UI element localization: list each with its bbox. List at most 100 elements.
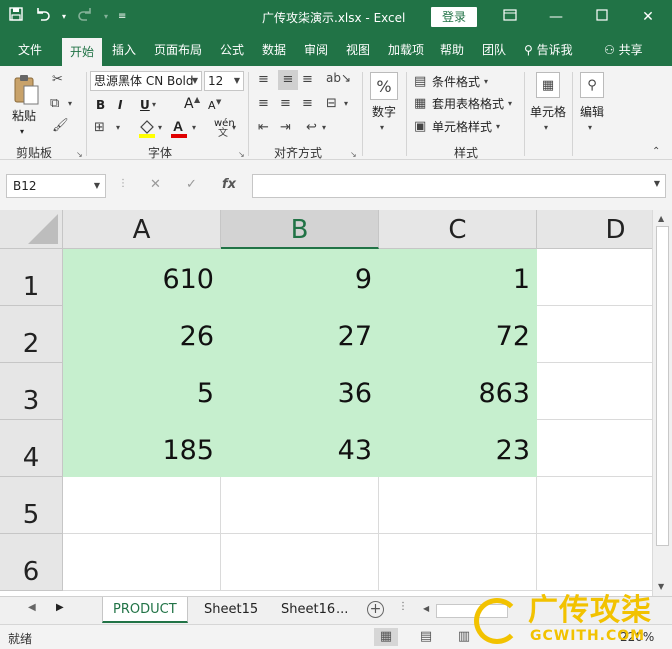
format-as-table-dropdown-icon[interactable]: ▾	[508, 96, 512, 112]
maximize-icon[interactable]	[590, 7, 614, 27]
italic-button[interactable]: I	[118, 97, 122, 113]
expand-formula-icon[interactable]: ▼	[654, 179, 660, 188]
paste-dropdown-icon[interactable]: ▾	[20, 124, 24, 140]
enter-icon[interactable]: ✓	[186, 177, 197, 192]
tell-me-search[interactable]: ⚲ 告诉我	[524, 41, 573, 59]
close-icon[interactable]: ✕	[636, 7, 660, 27]
column-header-a[interactable]: A	[63, 210, 221, 249]
number-dropdown-icon[interactable]: ▾	[380, 120, 384, 136]
row-header[interactable]: 5	[0, 477, 63, 534]
cell-a6[interactable]	[63, 534, 221, 591]
sheet-next-icon[interactable]: ▶	[56, 602, 64, 613]
cell-b2[interactable]: 27	[221, 306, 379, 363]
cells-icon[interactable]: ▦	[536, 72, 560, 98]
font-grow-button[interactable]: A	[184, 96, 194, 112]
borders-dropdown-icon[interactable]: ▾	[116, 120, 120, 136]
cell-d6[interactable]	[537, 534, 652, 591]
tab-formulas[interactable]: 公式	[220, 41, 244, 59]
cell-b1[interactable]: 9	[221, 249, 379, 306]
font-color-icon[interactable]: A	[170, 118, 188, 143]
row-header[interactable]: 1	[0, 249, 63, 306]
orientation-icon[interactable]: ab↘	[326, 70, 351, 86]
share-button[interactable]: ⚇ 共享	[604, 41, 643, 59]
horizontal-scrollbar[interactable]: ◀	[420, 603, 672, 619]
align-bottom-icon[interactable]: ≡	[302, 72, 313, 88]
cell-d3[interactable]	[537, 363, 652, 420]
undo-dropdown-icon[interactable]: ▾	[62, 7, 66, 27]
row-header[interactable]: 6	[0, 534, 63, 591]
login-button[interactable]: 登录	[431, 7, 477, 27]
cells-button[interactable]: 单元格	[530, 104, 566, 120]
font-shrink-button[interactable]: A	[208, 98, 216, 114]
merge-center-icon[interactable]: ⊟	[326, 96, 337, 112]
tab-insert[interactable]: 插入	[112, 41, 136, 59]
select-all-button[interactable]	[0, 210, 63, 249]
tab-home[interactable]: 开始	[62, 38, 103, 66]
cell-a2[interactable]: 26	[63, 306, 221, 363]
underline-button[interactable]: U	[140, 97, 150, 113]
tab-team[interactable]: 团队	[482, 41, 506, 59]
ribbon-display-icon[interactable]	[498, 7, 522, 27]
number-format-button[interactable]: 数字	[372, 104, 396, 120]
undo-icon[interactable]	[34, 6, 52, 28]
zoom-level[interactable]: 220%	[620, 630, 654, 644]
name-box[interactable]: B12 ▼	[6, 174, 106, 198]
borders-icon[interactable]: ⊞	[94, 120, 105, 136]
row-header[interactable]: 2	[0, 306, 63, 363]
copy-dropdown-icon[interactable]: ▾	[68, 96, 72, 112]
tab-page-layout[interactable]: 页面布局	[154, 41, 202, 59]
redo-icon[interactable]	[76, 6, 94, 28]
tab-splitter-handle[interactable]: ⋮	[398, 601, 408, 612]
column-header-b[interactable]: B	[221, 210, 379, 249]
cell-b4[interactable]: 43	[221, 420, 379, 477]
cells-dropdown-icon[interactable]: ▾	[544, 120, 548, 136]
tab-addins[interactable]: 加载项	[388, 41, 424, 59]
copy-icon[interactable]: ⧉	[50, 96, 59, 112]
cell-b3[interactable]: 36	[221, 363, 379, 420]
bold-button[interactable]: B	[96, 97, 105, 113]
tab-view[interactable]: 视图	[346, 41, 370, 59]
align-top-icon[interactable]: ≡	[258, 72, 269, 88]
editing-button[interactable]: 编辑	[580, 104, 604, 120]
format-as-table-button[interactable]: 套用表格格式	[432, 96, 504, 112]
row-header[interactable]: 4	[0, 420, 63, 477]
cell-c2[interactable]: 72	[379, 306, 537, 363]
cell-c4[interactable]: 23	[379, 420, 537, 477]
fill-color-dropdown-icon[interactable]: ▾	[158, 120, 162, 136]
save-icon[interactable]	[8, 6, 24, 28]
add-sheet-icon[interactable]: +	[367, 601, 384, 618]
cell-d2[interactable]	[537, 306, 652, 363]
cell-a4[interactable]: 185	[63, 420, 221, 477]
increase-indent-icon[interactable]: ⇥	[280, 120, 291, 136]
page-layout-view-icon[interactable]: ▤	[414, 628, 438, 646]
scroll-up-icon[interactable]: ▲	[658, 214, 664, 223]
font-launcher-icon[interactable]: ↘	[238, 150, 245, 159]
editing-dropdown-icon[interactable]: ▾	[588, 120, 592, 136]
tab-review[interactable]: 审阅	[304, 41, 328, 59]
cell-d4[interactable]	[537, 420, 652, 477]
font-color-dropdown-icon[interactable]: ▾	[192, 120, 196, 136]
cell-c6[interactable]	[379, 534, 537, 591]
phonetic-dropdown-icon[interactable]: ▾	[232, 120, 236, 136]
cancel-icon[interactable]: ✕	[150, 177, 161, 192]
tab-file[interactable]: 文件	[18, 41, 42, 59]
clipboard-launcher-icon[interactable]: ↘	[76, 150, 83, 159]
page-break-view-icon[interactable]: ▥	[452, 628, 476, 646]
alignment-launcher-icon[interactable]: ↘	[350, 150, 357, 159]
minimize-icon[interactable]: —	[544, 7, 568, 27]
paste-label[interactable]: 粘贴	[12, 108, 36, 124]
cell-b6[interactable]	[221, 534, 379, 591]
cell-styles-button[interactable]: 单元格样式	[432, 119, 492, 135]
underline-dropdown-icon[interactable]: ▾	[152, 97, 156, 113]
collapse-ribbon-icon[interactable]: ⌃	[652, 144, 660, 160]
merge-dropdown-icon[interactable]: ▾	[344, 96, 348, 112]
percent-icon[interactable]: %	[370, 72, 398, 100]
cell-c5[interactable]	[379, 477, 537, 534]
redo-dropdown-icon[interactable]: ▾	[104, 7, 108, 27]
cell-d1[interactable]	[537, 249, 652, 306]
conditional-format-dropdown-icon[interactable]: ▾	[484, 74, 488, 90]
worksheet-grid[interactable]: A B C D 1 2 3 4 5 6 610 9 1 26 27 72 5 3…	[0, 210, 652, 596]
insert-function-button[interactable]: fx	[222, 177, 236, 192]
horizontal-scroll-thumb[interactable]	[436, 604, 508, 618]
fill-color-icon[interactable]	[138, 118, 156, 143]
